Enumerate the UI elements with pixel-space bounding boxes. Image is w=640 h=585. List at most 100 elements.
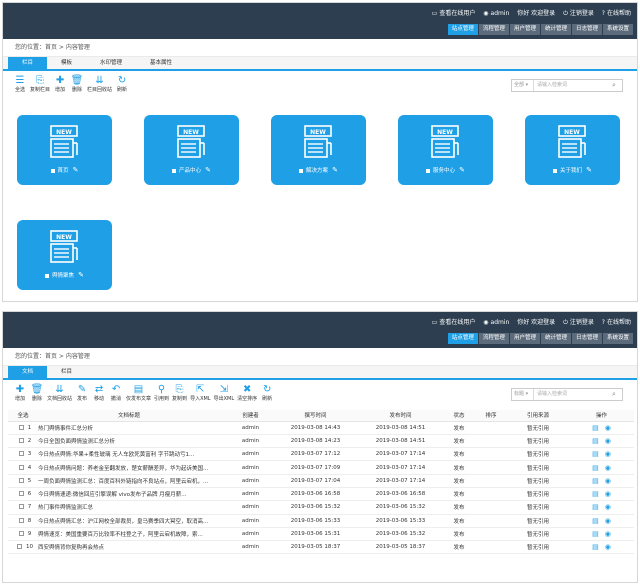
edit-icon[interactable]: ✎ [73,166,79,174]
row-checkbox[interactable] [18,424,24,430]
card-checkbox[interactable] [50,168,55,173]
row-checkbox[interactable] [18,451,24,457]
preview-eye-icon[interactable]: ◉ [605,530,611,538]
column-card[interactable]: NEW 产品中心 ✎ [144,115,239,185]
row-checkbox[interactable] [18,531,24,537]
card-checkbox[interactable] [299,168,304,173]
preview-eye-icon[interactable]: ◉ [605,490,611,498]
tab-watermark[interactable]: 水印管理 [86,57,136,69]
tab-template[interactable]: 模板 [47,57,86,69]
doc-title-link[interactable]: 一周负面舆情监测汇总：百度百科外链指向不良站点，阿里云宕机，... [38,474,228,488]
doc-title-link[interactable]: 今日热点舆情:华果+柔性玻璃 无人车欧死黄富利 字节跳动亏1... [38,447,228,462]
toolbar-button-publish-only[interactable]: ▤ 仅发布文章 [126,383,151,410]
doc-title-link[interactable]: 热门舆情事件汇总分析 [38,421,228,435]
toolbar-button-add[interactable]: ✚ 增加 [53,74,67,101]
nav-user-management[interactable]: 用户管理 [509,333,540,344]
card-checkbox[interactable] [553,168,558,173]
nav-settings[interactable]: 系统设置 [602,333,633,344]
preview-eye-icon[interactable]: ◉ [605,437,611,445]
nav-logs[interactable]: 日志管理 [571,333,602,344]
edit-doc-icon[interactable]: ▤ [592,503,599,511]
toolbar-button-revoke[interactable]: ↶ 撤消 [109,383,123,410]
edit-doc-icon[interactable]: ▤ [592,424,599,432]
doc-title-link[interactable]: 舆情速览：美国重要百万比较率不柱登之子，阿里云宕机故障，索... [38,527,228,542]
preview-eye-icon[interactable]: ◉ [605,477,611,485]
help-link[interactable]: 在线帮助 [607,10,631,17]
row-checkbox[interactable] [18,491,24,497]
edit-doc-icon[interactable]: ▤ [592,490,599,498]
nav-process-management[interactable]: 流程管理 [478,24,509,35]
table-row[interactable]: 6 今日舆情速递:微信回应引擎误解 vivo发布子品牌 月瘦月薪... admin 2… [8,487,634,502]
column-card[interactable]: NEW 解决方案 ✎ [271,115,366,185]
nav-statistics[interactable]: 统计管理 [540,24,571,35]
row-checkbox[interactable] [18,464,24,470]
tab-basic-properties[interactable]: 基本属性 [136,57,186,69]
search-field-select[interactable]: 标题 ▾ [512,389,534,400]
edit-doc-icon[interactable]: ▤ [592,477,599,485]
row-checkbox[interactable] [18,517,24,523]
doc-title-link[interactable]: 今日全国负面舆情监测汇总分析 [38,434,228,449]
toolbar-button-refresh[interactable]: ↻ 刷新 [260,383,274,410]
row-checkbox[interactable] [18,504,24,510]
toolbar-button-collect[interactable]: ⇊ 栏目回收站 [87,74,112,101]
table-row[interactable]: 2 今日全国负面舆情监测汇总分析 admin 2019-03-08 14:23 2019… [8,434,634,449]
toolbar-button-add[interactable]: ✚ 增加 [13,383,27,410]
edit-icon[interactable]: ✎ [205,166,211,174]
preview-eye-icon[interactable]: ◉ [605,543,611,551]
doc-title-link[interactable]: 今日热点舆情问题：养老金至翻发放，楚女薪酬差异，华为起诉美国... [38,460,228,475]
nav-site-management[interactable]: 站点管理 [447,333,478,344]
column-card[interactable]: NEW 舆情聚焦 ✎ [17,220,112,290]
toolbar-button-move[interactable]: ⇄ 移动 [92,383,106,410]
search-input[interactable]: 请输入检索词 [534,80,612,91]
nav-settings[interactable]: 系统设置 [602,24,633,35]
toolbar-button-quote[interactable]: ⚲ 引用到 [154,383,169,410]
table-row[interactable]: 8 今日热点舆情汇总：沪江网校全部裁员，皇马赛季四大冥空，取消高... admin 2… [8,514,634,528]
preview-eye-icon[interactable]: ◉ [605,517,611,525]
table-row[interactable]: 5 一周负面舆情监测汇总：百度百科外链指向不良站点，阿里云宕机，... admin 2… [8,474,634,488]
preview-eye-icon[interactable]: ◉ [605,424,611,432]
edit-doc-icon[interactable]: ▤ [592,530,599,538]
nav-user-management[interactable]: 用户管理 [509,24,540,35]
toolbar-button-delete[interactable]: 🗑 删除 [30,383,44,410]
toolbar-button-check-all[interactable]: ☰ 全选 [13,74,27,101]
tab-document[interactable]: 文档 [8,366,48,378]
doc-title-link[interactable]: 今日热点舆情汇总：沪江网校全部裁员，皇马赛季四大冥空，取消高... [38,514,228,528]
row-checkbox[interactable] [18,477,24,483]
edit-icon[interactable]: ✎ [78,271,84,279]
table-row[interactable]: 10 西安舆情背你复购再会热点 admin 2019-03-05 18:37 2019-… [8,540,634,555]
doc-title-link[interactable]: 热门事件舆情监测汇总 [38,500,228,515]
edit-doc-icon[interactable]: ▤ [592,543,599,551]
edit-icon[interactable]: ✎ [586,166,592,174]
edit-doc-icon[interactable]: ▤ [592,437,599,445]
preview-eye-icon[interactable]: ◉ [605,450,611,458]
search-icon[interactable]: ⌕ [612,80,622,91]
toolbar-button-publish[interactable]: ✎ 发布 [75,383,89,410]
table-row[interactable]: 4 今日热点舆情问题：养老金至翻发放，楚女薪酬差异，华为起诉美国... admin 2… [8,460,634,475]
toolbar-button-clear-sort[interactable]: ✖ 清空排序 [237,383,257,410]
nav-process-management[interactable]: 流程管理 [478,333,509,344]
edit-doc-icon[interactable]: ▤ [592,464,599,472]
toolbar-button-export-xml[interactable]: ⇲ 导出XML [214,383,235,410]
tab-column[interactable]: 栏目 [47,366,86,378]
column-card[interactable]: NEW 服务中心 ✎ [398,115,493,185]
nav-logs[interactable]: 日志管理 [571,24,602,35]
toolbar-button-refresh[interactable]: ↻ 刷新 [115,74,129,101]
toolbar-button-copy-column[interactable]: ⎘ 复制栏目 [30,74,50,101]
toolbar-button-recycle[interactable]: ⇊ 文档回收站 [47,383,72,410]
preview-eye-icon[interactable]: ◉ [605,464,611,472]
nav-statistics[interactable]: 统计管理 [540,333,571,344]
logout-link[interactable]: 注销登录 [570,10,594,17]
edit-doc-icon[interactable]: ▤ [592,450,599,458]
help-link[interactable]: 在线帮助 [607,319,631,326]
table-row[interactable]: 7 热门事件舆情监测汇总 admin 2019-03-06 15:32 2019-03-… [8,500,634,515]
nav-site-management[interactable]: 站点管理 [447,24,478,35]
edit-icon[interactable]: ✎ [332,166,338,174]
row-checkbox[interactable] [18,437,24,443]
toolbar-button-delete[interactable]: 🗑 删除 [70,74,84,101]
table-row[interactable]: 9 舆情速览：美国重要百万比较率不柱登之子，阿里云宕机故障，索... admin 20… [8,527,634,542]
search-icon[interactable]: ⌕ [612,389,622,400]
edit-doc-icon[interactable]: ▤ [592,517,599,525]
logout-link[interactable]: 注销登录 [570,319,594,326]
search-scope-select[interactable]: 全部 ▾ [512,80,534,91]
card-checkbox[interactable] [172,168,177,173]
